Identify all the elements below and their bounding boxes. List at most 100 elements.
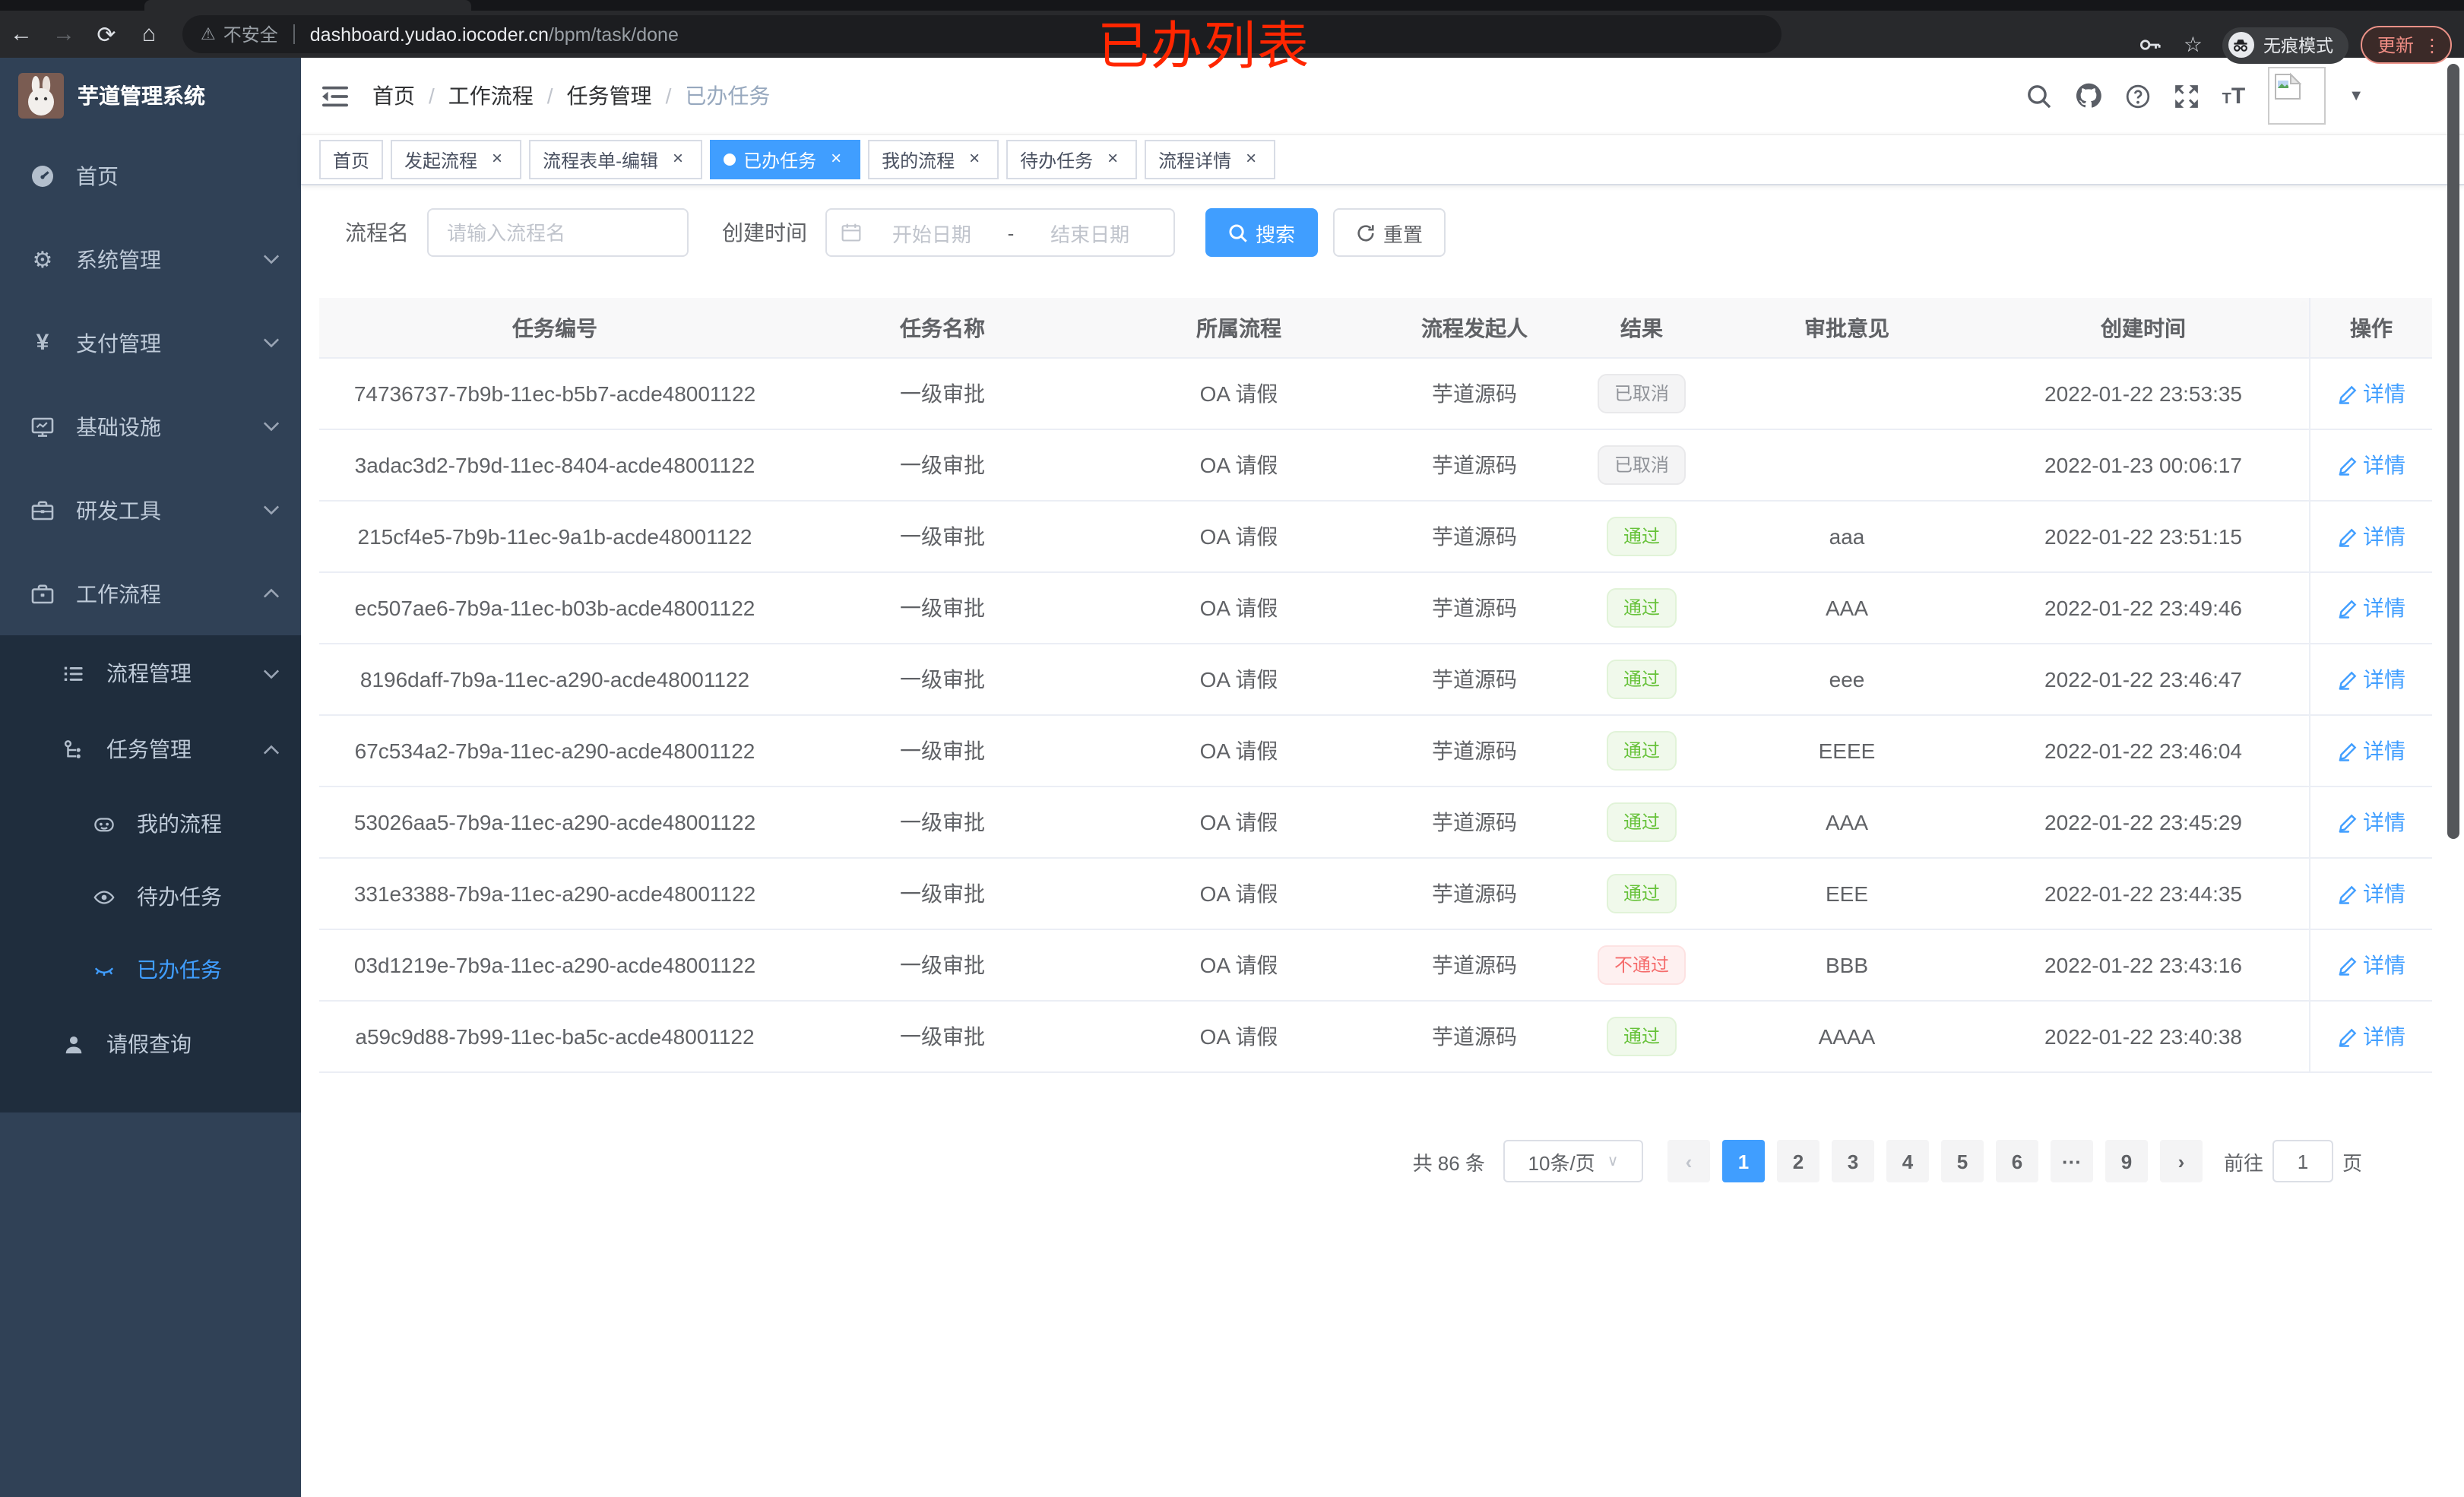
detail-link[interactable]: 详情	[2337, 878, 2405, 909]
reset-button-label: 重置	[1383, 223, 1424, 245]
reset-button[interactable]: 重置	[1333, 208, 1446, 257]
sidebar-item-leave-query[interactable]: 请假查询	[0, 1006, 301, 1082]
column-header: 结果	[1620, 315, 1663, 340]
browser-forward-button[interactable]: →	[43, 21, 85, 47]
tab-done-tasks[interactable]: 已办任务 ×	[710, 140, 861, 179]
page-button-5[interactable]: 5	[1940, 1140, 1984, 1182]
password-key-icon[interactable]	[2139, 33, 2162, 56]
tab-my-process[interactable]: 我的流程 ×	[868, 140, 999, 179]
tab-start-process[interactable]: 发起流程 ×	[391, 140, 522, 179]
sidebar-item-payment[interactable]: ¥ 支付管理	[0, 301, 301, 385]
detail-link[interactable]: 详情	[2337, 664, 2405, 695]
approve-comment: eee	[1829, 667, 1865, 692]
table-header-row: 任务编号 任务名称 所属流程 流程发起人 结果 审批意见 创建时间 操作	[319, 298, 2432, 359]
browser-tab[interactable]	[144, 0, 471, 11]
goto-page-input[interactable]	[2272, 1140, 2333, 1182]
breadcrumb-home[interactable]: 首页	[372, 81, 415, 111]
sidebar-item-label: 基础设施	[76, 414, 161, 438]
close-icon[interactable]: ×	[1240, 148, 1262, 170]
detail-link[interactable]: 详情	[2337, 378, 2405, 409]
close-icon[interactable]: ×	[964, 148, 985, 170]
detail-link[interactable]: 详情	[2337, 450, 2405, 480]
search-button[interactable]: 搜索	[1205, 208, 1319, 257]
address-bar[interactable]: ⚠ 不安全 dashboard.yudao.iocoder.cn/bpm/tas…	[182, 15, 1781, 53]
incognito-badge: 无痕模式	[2222, 27, 2348, 63]
sidebar-item-process-mgmt[interactable]: 流程管理	[0, 635, 301, 711]
detail-link[interactable]: 详情	[2337, 1021, 2405, 1052]
chrome-update-button[interactable]: 更新 ⋮	[2360, 26, 2452, 64]
detail-link[interactable]: 详情	[2337, 807, 2405, 837]
close-icon[interactable]: ×	[1102, 148, 1123, 170]
close-icon[interactable]: ×	[667, 148, 689, 170]
calendar-icon	[841, 223, 861, 242]
create-time: 2022-01-22 23:53:35	[2044, 381, 2242, 406]
fixed-column-divider	[2309, 298, 2310, 1073]
process-name: OA 请假	[1199, 381, 1278, 406]
sidebar-item-todo-tasks[interactable]: 待办任务	[0, 860, 301, 933]
detail-link[interactable]: 详情	[2337, 521, 2405, 552]
incognito-icon	[2228, 32, 2254, 58]
font-size-icon[interactable]: TT	[2222, 83, 2246, 109]
fullscreen-icon[interactable]	[2174, 83, 2200, 109]
browser-menu-icon[interactable]: ⋮	[2423, 34, 2441, 55]
result-badge: 通过	[1606, 1017, 1677, 1056]
bookmark-star-icon[interactable]: ☆	[2184, 32, 2203, 58]
tab-home[interactable]: 首页	[319, 140, 384, 179]
detail-link[interactable]: 详情	[2337, 736, 2405, 766]
sidebar-item-done-tasks[interactable]: 已办任务	[0, 933, 301, 1006]
task-id: 215cf4e5-7b9b-11ec-9a1b-acde48001122	[357, 524, 752, 549]
gear-icon: ⚙	[32, 247, 53, 273]
sidebar-item-home[interactable]: 首页	[0, 134, 301, 217]
github-icon[interactable]	[2075, 82, 2102, 109]
navbar: 首页 / 工作流程 / 任务管理 / 已办任务 TT ▼	[301, 58, 2464, 134]
sidebar-item-system[interactable]: ⚙ 系统管理	[0, 217, 301, 301]
tab-todo-tasks[interactable]: 待办任务 ×	[1006, 140, 1138, 179]
sidebar-fold-icon[interactable]	[322, 84, 348, 107]
search-icon[interactable]	[2026, 83, 2052, 109]
goto-label: 前往	[2223, 1151, 2263, 1174]
page-button-4[interactable]: 4	[1886, 1140, 1929, 1182]
page-button-2[interactable]: 2	[1776, 1140, 1819, 1182]
process-name: OA 请假	[1199, 453, 1278, 477]
column-header: 审批意见	[1804, 315, 1889, 340]
page-button-6[interactable]: 6	[1995, 1140, 2038, 1182]
prev-page-button[interactable]: ‹	[1667, 1140, 1710, 1182]
avatar[interactable]	[2268, 67, 2326, 125]
process-starter: 芋道源码	[1432, 453, 1517, 477]
process-name-input[interactable]	[427, 208, 689, 257]
sidebar-item-my-process[interactable]: 我的流程	[0, 787, 301, 860]
approve-comment: EEE	[1825, 881, 1868, 906]
page-button-1[interactable]: 1	[1721, 1140, 1765, 1182]
sidebar-item-workflow[interactable]: 工作流程	[0, 552, 301, 635]
breadcrumb-separator: /	[429, 84, 435, 108]
page-button-3[interactable]: 3	[1831, 1140, 1874, 1182]
browser-home-button[interactable]: ⌂	[128, 21, 170, 47]
task-id: 53026aa5-7b9a-11ec-a290-acde48001122	[353, 810, 756, 834]
close-icon[interactable]: ×	[825, 148, 847, 170]
page-size-select[interactable]: 10条/页 ∨	[1503, 1140, 1643, 1182]
sidebar-item-dev-tools[interactable]: 研发工具	[0, 468, 301, 552]
task-name: 一级审批	[900, 524, 985, 549]
more-pages-button[interactable]: ···	[2050, 1140, 2093, 1182]
app-logo[interactable]: 芋道管理系统	[0, 58, 301, 134]
result-badge: 已取消	[1597, 374, 1686, 413]
close-icon[interactable]: ×	[486, 148, 508, 170]
detail-link[interactable]: 详情	[2337, 593, 2405, 623]
page-button-9[interactable]: 9	[2105, 1140, 2148, 1182]
browser-back-button[interactable]: ←	[0, 21, 43, 47]
next-page-button[interactable]: ›	[2159, 1140, 2203, 1182]
task-id: 67c534a2-7b9a-11ec-a290-acde48001122	[354, 739, 755, 763]
task-name: 一级审批	[900, 667, 985, 692]
broken-image-icon	[2275, 72, 2302, 100]
tab-process-detail[interactable]: 流程详情 ×	[1145, 140, 1276, 179]
approve-comment: AAA	[1825, 596, 1868, 620]
help-icon[interactable]	[2125, 83, 2151, 109]
scrollbar-thumb[interactable]	[2447, 64, 2459, 839]
tab-form-edit[interactable]: 流程表单-编辑 ×	[529, 140, 703, 179]
caret-down-icon[interactable]: ▼	[2348, 87, 2364, 104]
sidebar-item-infrastructure[interactable]: 基础设施	[0, 385, 301, 468]
detail-link[interactable]: 详情	[2337, 950, 2405, 980]
date-range-input[interactable]: 开始日期 - 结束日期	[825, 208, 1175, 257]
browser-reload-button[interactable]: ⟳	[85, 21, 128, 48]
sidebar-item-task-mgmt[interactable]: 任务管理	[0, 711, 301, 787]
